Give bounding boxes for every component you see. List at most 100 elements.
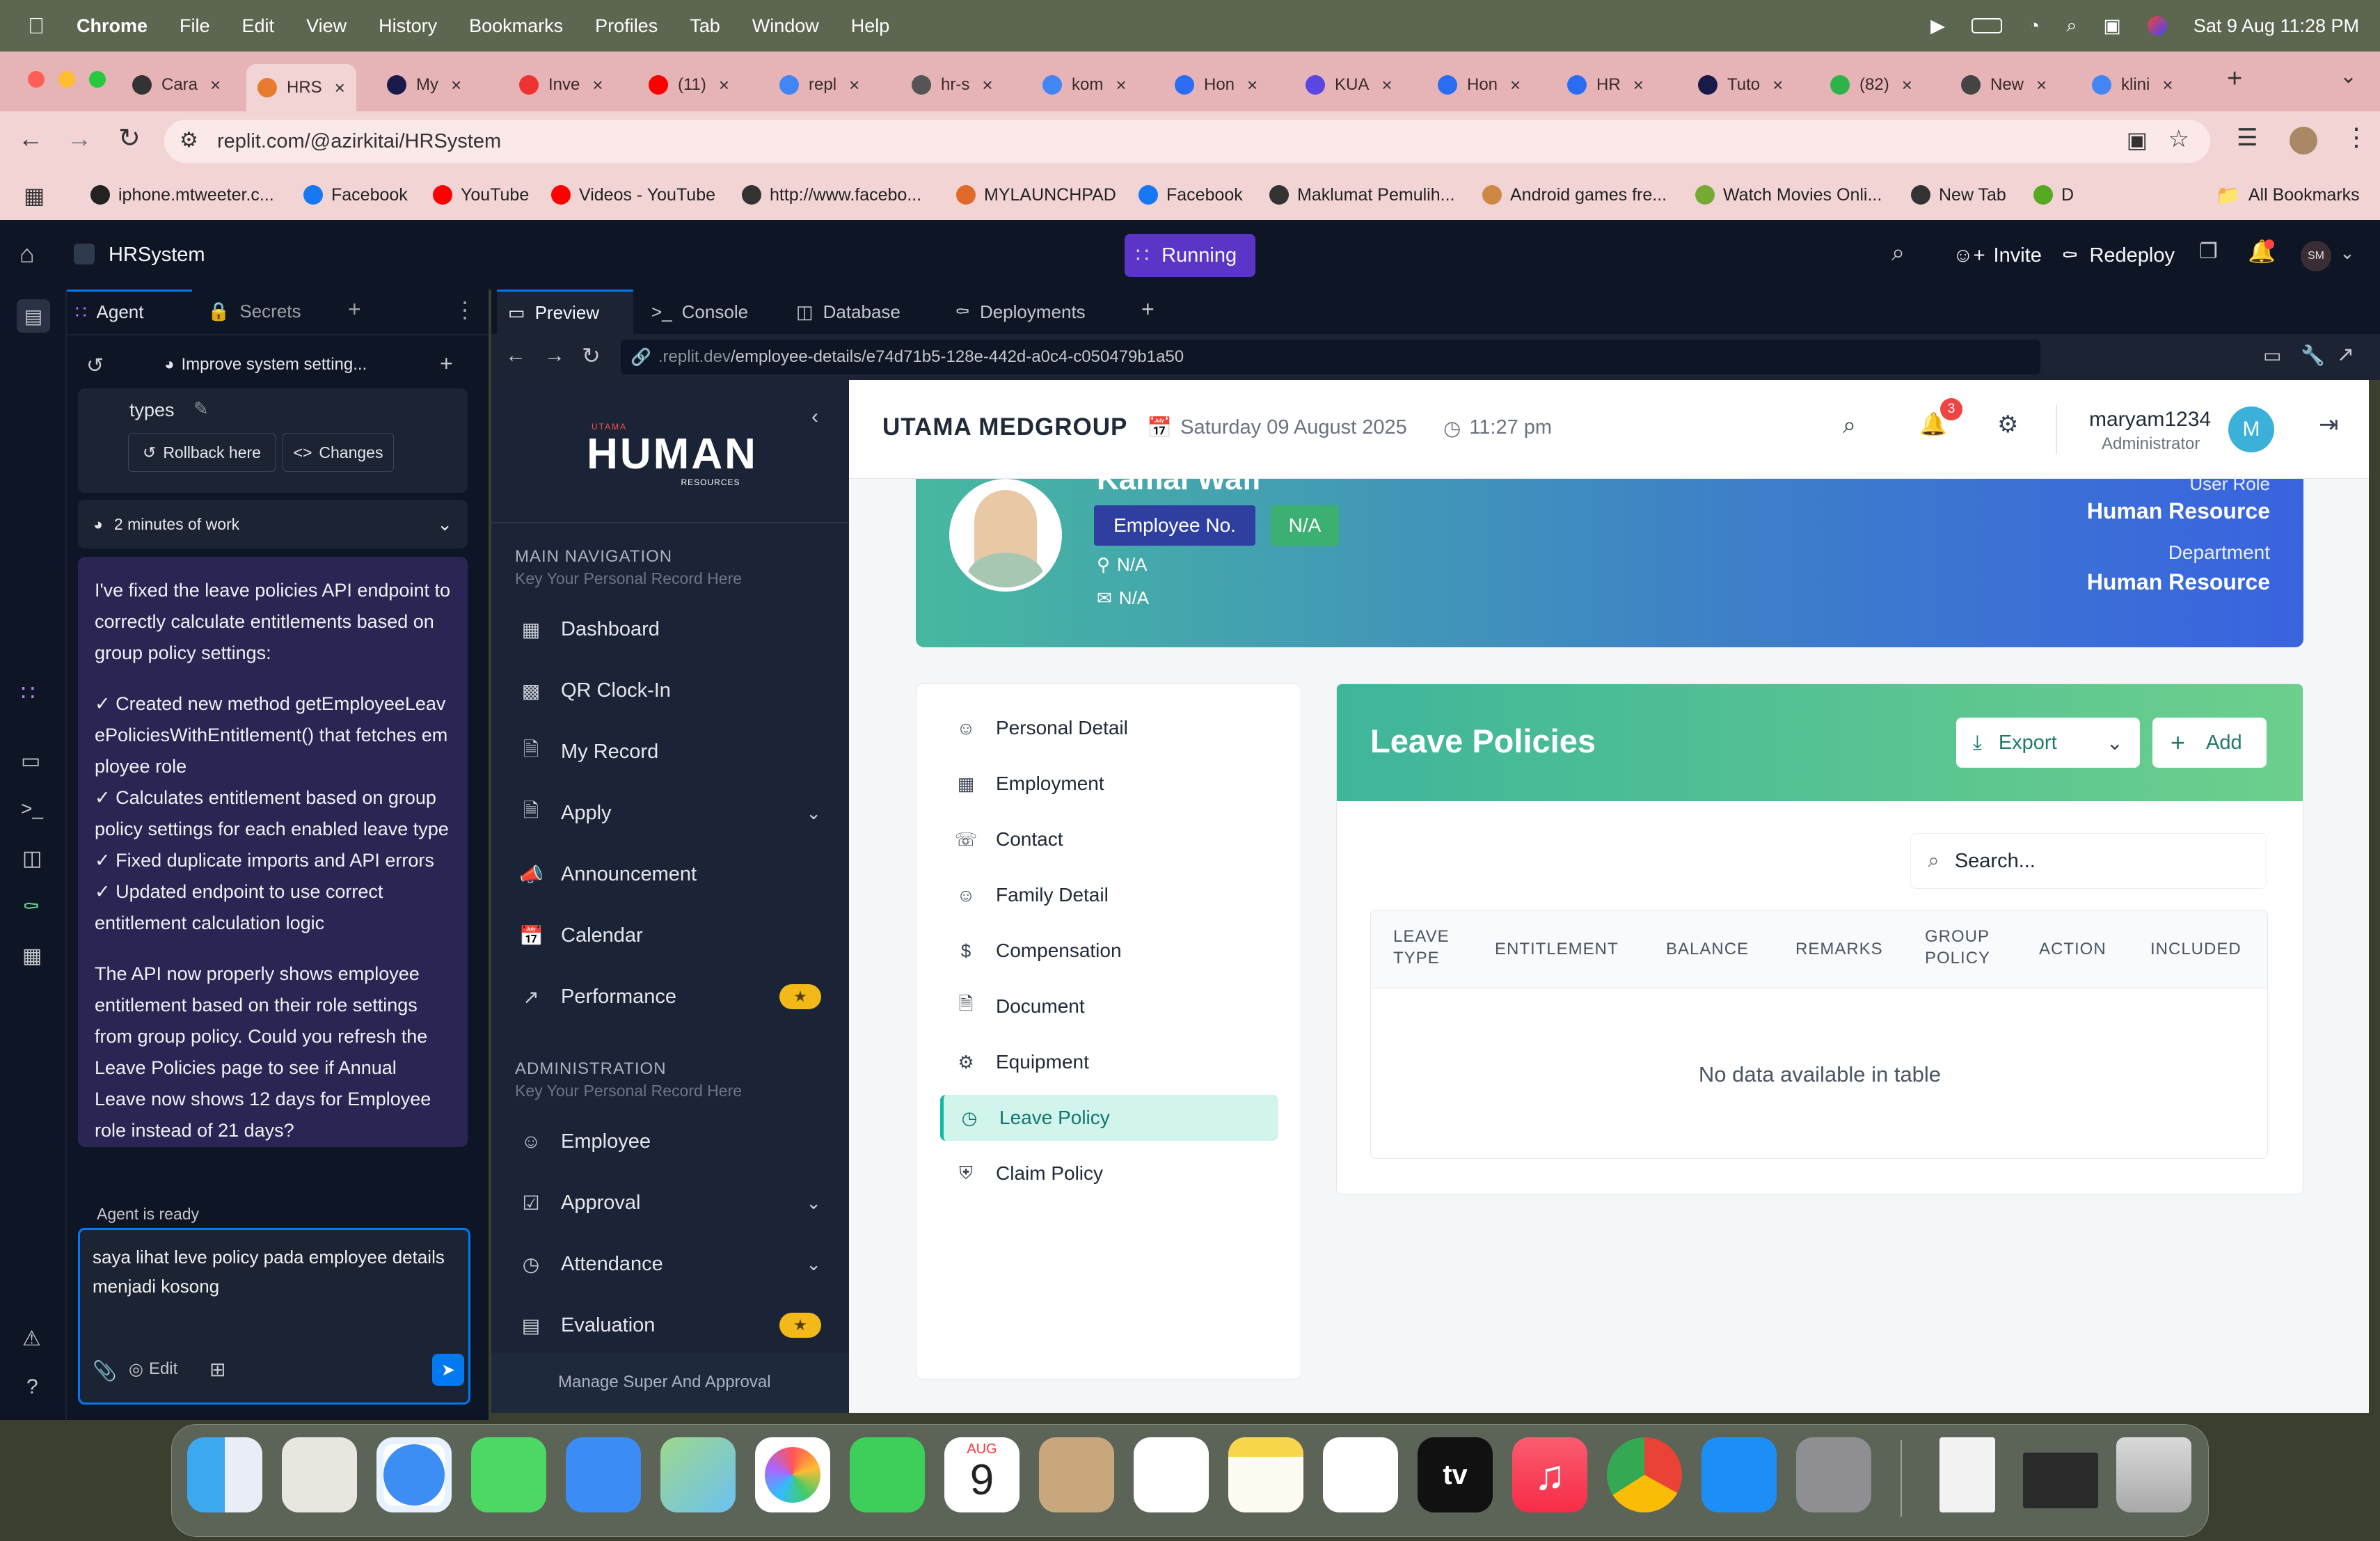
more-icon[interactable]: ⋮: [454, 297, 476, 323]
browser-tab[interactable]: HRS ×: [246, 64, 356, 111]
sidebar-item-qr-clock-in[interactable]: ▩ QR Clock-In: [519, 670, 849, 711]
music-icon[interactable]: ♫: [1512, 1437, 1587, 1512]
siri-icon[interactable]: [2147, 16, 2167, 35]
console-icon[interactable]: >_: [21, 798, 43, 820]
chrome-icon[interactable]: [1607, 1437, 1682, 1512]
bookmark-item[interactable]: New Tab: [1911, 170, 2006, 220]
add-button[interactable]: + Add: [2152, 718, 2267, 768]
tab-compensation[interactable]: $ Compensation: [940, 928, 1278, 974]
collapse-sidebar-icon[interactable]: ‹: [811, 405, 818, 429]
bookmark-item[interactable]: D: [2033, 170, 2074, 220]
install-icon[interactable]: ▣: [2127, 127, 2148, 153]
app-store-icon[interactable]: [1701, 1437, 1777, 1512]
tab-document[interactable]: 🗎 Document: [940, 983, 1278, 1029]
site-info-icon[interactable]: ⚙: [180, 128, 198, 152]
menu-bookmarks[interactable]: Bookmarks: [469, 15, 563, 37]
mail-icon[interactable]: [566, 1437, 641, 1512]
home-icon[interactable]: ⌂: [19, 239, 35, 269]
close-tab-icon[interactable]: ×: [451, 74, 461, 96]
agent-icon[interactable]: ∷: [21, 679, 35, 706]
control-center-icon[interactable]: ▣: [2103, 15, 2121, 37]
back-icon[interactable]: ←: [18, 124, 43, 153]
close-tab-icon[interactable]: ×: [1381, 74, 1392, 96]
sidebar-item-attendance[interactable]: ◷ Attendance ⌄: [519, 1243, 849, 1285]
bookmark-item[interactable]: iphone.mtweeter.c...: [90, 170, 274, 220]
browser-tab[interactable]: HR ×: [1567, 64, 1644, 106]
wifi-icon[interactable]: ◔: [2029, 15, 2040, 37]
sidebar-item-announcement[interactable]: 📣 Announcement: [519, 853, 849, 895]
tab-deployments[interactable]: ⚰ Deployments: [946, 290, 1086, 334]
settings-gear-icon[interactable]: ⚙: [1997, 411, 2018, 438]
close-tab-icon[interactable]: ×: [1902, 74, 1912, 96]
menu-profiles[interactable]: Profiles: [595, 15, 658, 37]
rollback-button[interactable]: ↺ Rollback here: [128, 433, 276, 472]
reload-icon[interactable]: ↻: [118, 123, 141, 154]
menu-help[interactable]: Help: [851, 15, 890, 37]
database-icon[interactable]: ◫: [22, 846, 42, 871]
bookmark-item[interactable]: Facebook: [303, 170, 408, 220]
notes-icon[interactable]: [1228, 1437, 1303, 1512]
menu-edit[interactable]: Edit: [242, 15, 275, 37]
battery-icon[interactable]: [1971, 18, 2002, 33]
tab-family-detail[interactable]: ☺ Family Detail: [940, 872, 1278, 918]
devices-icon[interactable]: ▭: [2263, 344, 2281, 367]
safari-icon[interactable]: [376, 1437, 452, 1512]
bookmark-item[interactable]: Maklumat Pemulih...: [1269, 170, 1454, 220]
tab-leave-policy[interactable]: ◷ Leave Policy: [940, 1095, 1278, 1141]
close-tab-icon[interactable]: ×: [210, 74, 221, 96]
close-tab-icon[interactable]: ×: [719, 74, 729, 96]
browser-tab[interactable]: Cara ×: [132, 64, 221, 106]
reminders-icon[interactable]: [1134, 1437, 1209, 1512]
zoom-window-button[interactable]: [89, 71, 106, 88]
sidebar-item-apply[interactable]: 🗎 Apply ⌄: [519, 792, 849, 834]
bookmark-item[interactable]: Facebook: [1139, 170, 1243, 220]
search-icon[interactable]: ⌕: [1891, 239, 1905, 267]
browser-tab[interactable]: Hon ×: [1438, 64, 1521, 106]
menu-file[interactable]: File: [180, 15, 210, 37]
invite-button[interactable]: ☺+ Invite: [1942, 234, 2053, 277]
menubar-app-name[interactable]: Chrome: [77, 15, 148, 37]
browser-tab[interactable]: Tuto ×: [1698, 64, 1783, 106]
help-icon[interactable]: ?: [26, 1375, 38, 1399]
project-name[interactable]: HRSystem: [109, 244, 205, 267]
preview-url-input[interactable]: 🔗 .replit.dev/employee-details/e74d71b5-…: [621, 340, 2040, 374]
menu-history[interactable]: History: [379, 15, 437, 37]
trash-icon[interactable]: [2116, 1437, 2191, 1512]
column-header[interactable]: ACTION: [2039, 938, 2107, 960]
agent-chat-input[interactable]: saya lihat leve policy pada employee det…: [93, 1242, 447, 1301]
contacts-icon[interactable]: [1039, 1437, 1114, 1512]
tab-search-icon[interactable]: ⌄: [2340, 64, 2357, 88]
edit-mode-button[interactable]: ◎ Edit: [129, 1359, 177, 1380]
apple-tv-icon[interactable]: tv: [1418, 1437, 1493, 1512]
close-tab-icon[interactable]: ×: [1116, 74, 1126, 96]
tab-equipment[interactable]: ⚙ Equipment: [940, 1039, 1278, 1085]
close-tab-icon[interactable]: ×: [1772, 74, 1783, 96]
tab-employment[interactable]: ▦ Employment: [940, 761, 1278, 807]
bookmark-star-icon[interactable]: ☆: [2168, 125, 2189, 153]
bookmark-item[interactable]: Videos - YouTube: [551, 170, 715, 220]
export-button[interactable]: ⤓ Export ⌄: [1956, 718, 2140, 768]
open-new-tab-icon[interactable]: ↗: [2337, 342, 2354, 367]
forward-icon[interactable]: →: [67, 124, 92, 153]
apps-grid-icon[interactable]: ▦: [24, 182, 45, 209]
close-tab-icon[interactable]: ×: [2162, 74, 2173, 96]
browser-tab[interactable]: (82) ×: [1830, 64, 1912, 106]
devtools-icon[interactable]: 🔧: [2301, 344, 2325, 367]
browser-tab[interactable]: hr-s ×: [912, 64, 993, 106]
sidebar-item-my-record[interactable]: 🗎 My Record: [519, 731, 849, 773]
redeploy-button[interactable]: ⚰ Redeploy: [2050, 234, 2186, 277]
address-bar[interactable]: ⚙ replit.com/@azirkitai/HRSystem ▣ ☆: [164, 120, 2210, 163]
extensions-icon[interactable]: ☰: [2237, 124, 2258, 152]
close-tab-icon[interactable]: ×: [2036, 74, 2047, 96]
attach-icon[interactable]: 📎: [93, 1359, 117, 1382]
document-stack-icon[interactable]: [1939, 1437, 1995, 1512]
history-icon[interactable]: ↺: [86, 354, 104, 378]
close-tab-icon[interactable]: ×: [1633, 74, 1644, 96]
tab-secrets[interactable]: 🔒 Secrets: [199, 290, 301, 333]
column-header[interactable]: INCLUDED: [2150, 938, 2242, 960]
bookmark-item[interactable]: http://www.facebo...: [742, 170, 921, 220]
app-logo[interactable]: UTAMA HUMAN RESOURCES: [582, 422, 763, 512]
user-avatar[interactable]: SM: [2301, 241, 2331, 271]
back-icon[interactable]: ←: [505, 344, 526, 368]
search-icon[interactable]: ⌕: [2066, 15, 2077, 37]
